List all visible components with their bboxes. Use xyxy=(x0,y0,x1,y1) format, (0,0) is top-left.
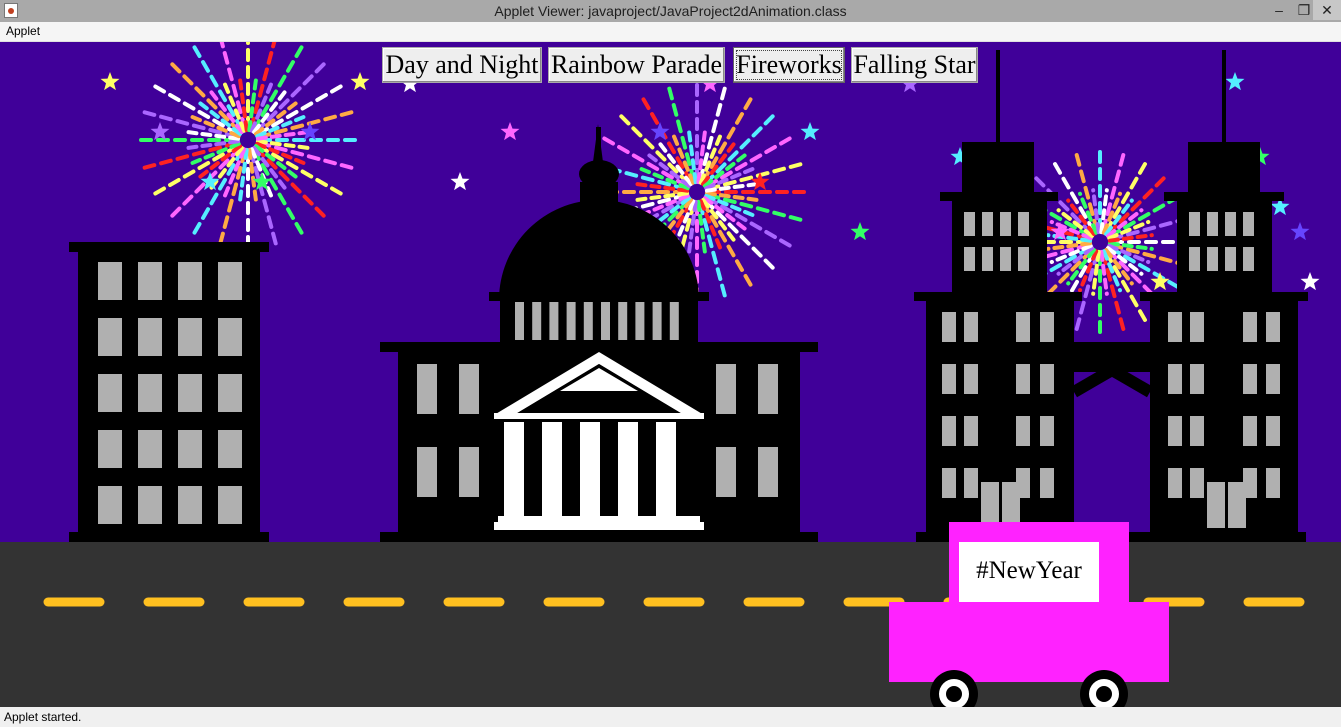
car-body xyxy=(889,602,1169,682)
star-icon xyxy=(1225,72,1245,91)
rainbow-parade-button[interactable]: Rainbow Parade xyxy=(548,47,725,83)
star-icon xyxy=(800,122,820,141)
falling-star-button[interactable]: Falling Star xyxy=(851,47,978,83)
animation-canvas: #NewYear Day and Night Rainbow Parade Fi… xyxy=(0,42,1341,707)
star-icon xyxy=(450,172,470,191)
window-title: Applet Viewer: javaproject/JavaProject2d… xyxy=(494,3,847,19)
star-icon xyxy=(1290,222,1310,241)
status-text: Applet started. xyxy=(4,710,82,724)
day-night-button[interactable]: Day and Night xyxy=(382,47,542,83)
title-bar: Applet Viewer: javaproject/JavaProject2d… xyxy=(0,0,1341,22)
star-icon xyxy=(100,72,120,91)
menu-applet[interactable]: Applet xyxy=(6,24,40,38)
close-icon[interactable]: ✕ xyxy=(1313,0,1341,20)
car-sign-text: #NewYear xyxy=(976,557,1082,584)
minimize-icon[interactable]: – xyxy=(1265,0,1293,20)
star-icon xyxy=(1300,272,1320,291)
star-icon xyxy=(500,122,520,141)
city-scene: #NewYear xyxy=(0,42,1341,707)
status-bar: Applet started. xyxy=(0,707,1341,727)
fireworks-button[interactable]: Fireworks xyxy=(733,47,845,83)
twin-towers xyxy=(914,50,1308,542)
star-icon xyxy=(350,72,370,91)
star-icon xyxy=(850,222,870,241)
firework-burst xyxy=(134,42,362,254)
left-building xyxy=(69,242,269,542)
star-icon xyxy=(150,122,170,141)
menu-bar: Applet xyxy=(0,22,1341,42)
